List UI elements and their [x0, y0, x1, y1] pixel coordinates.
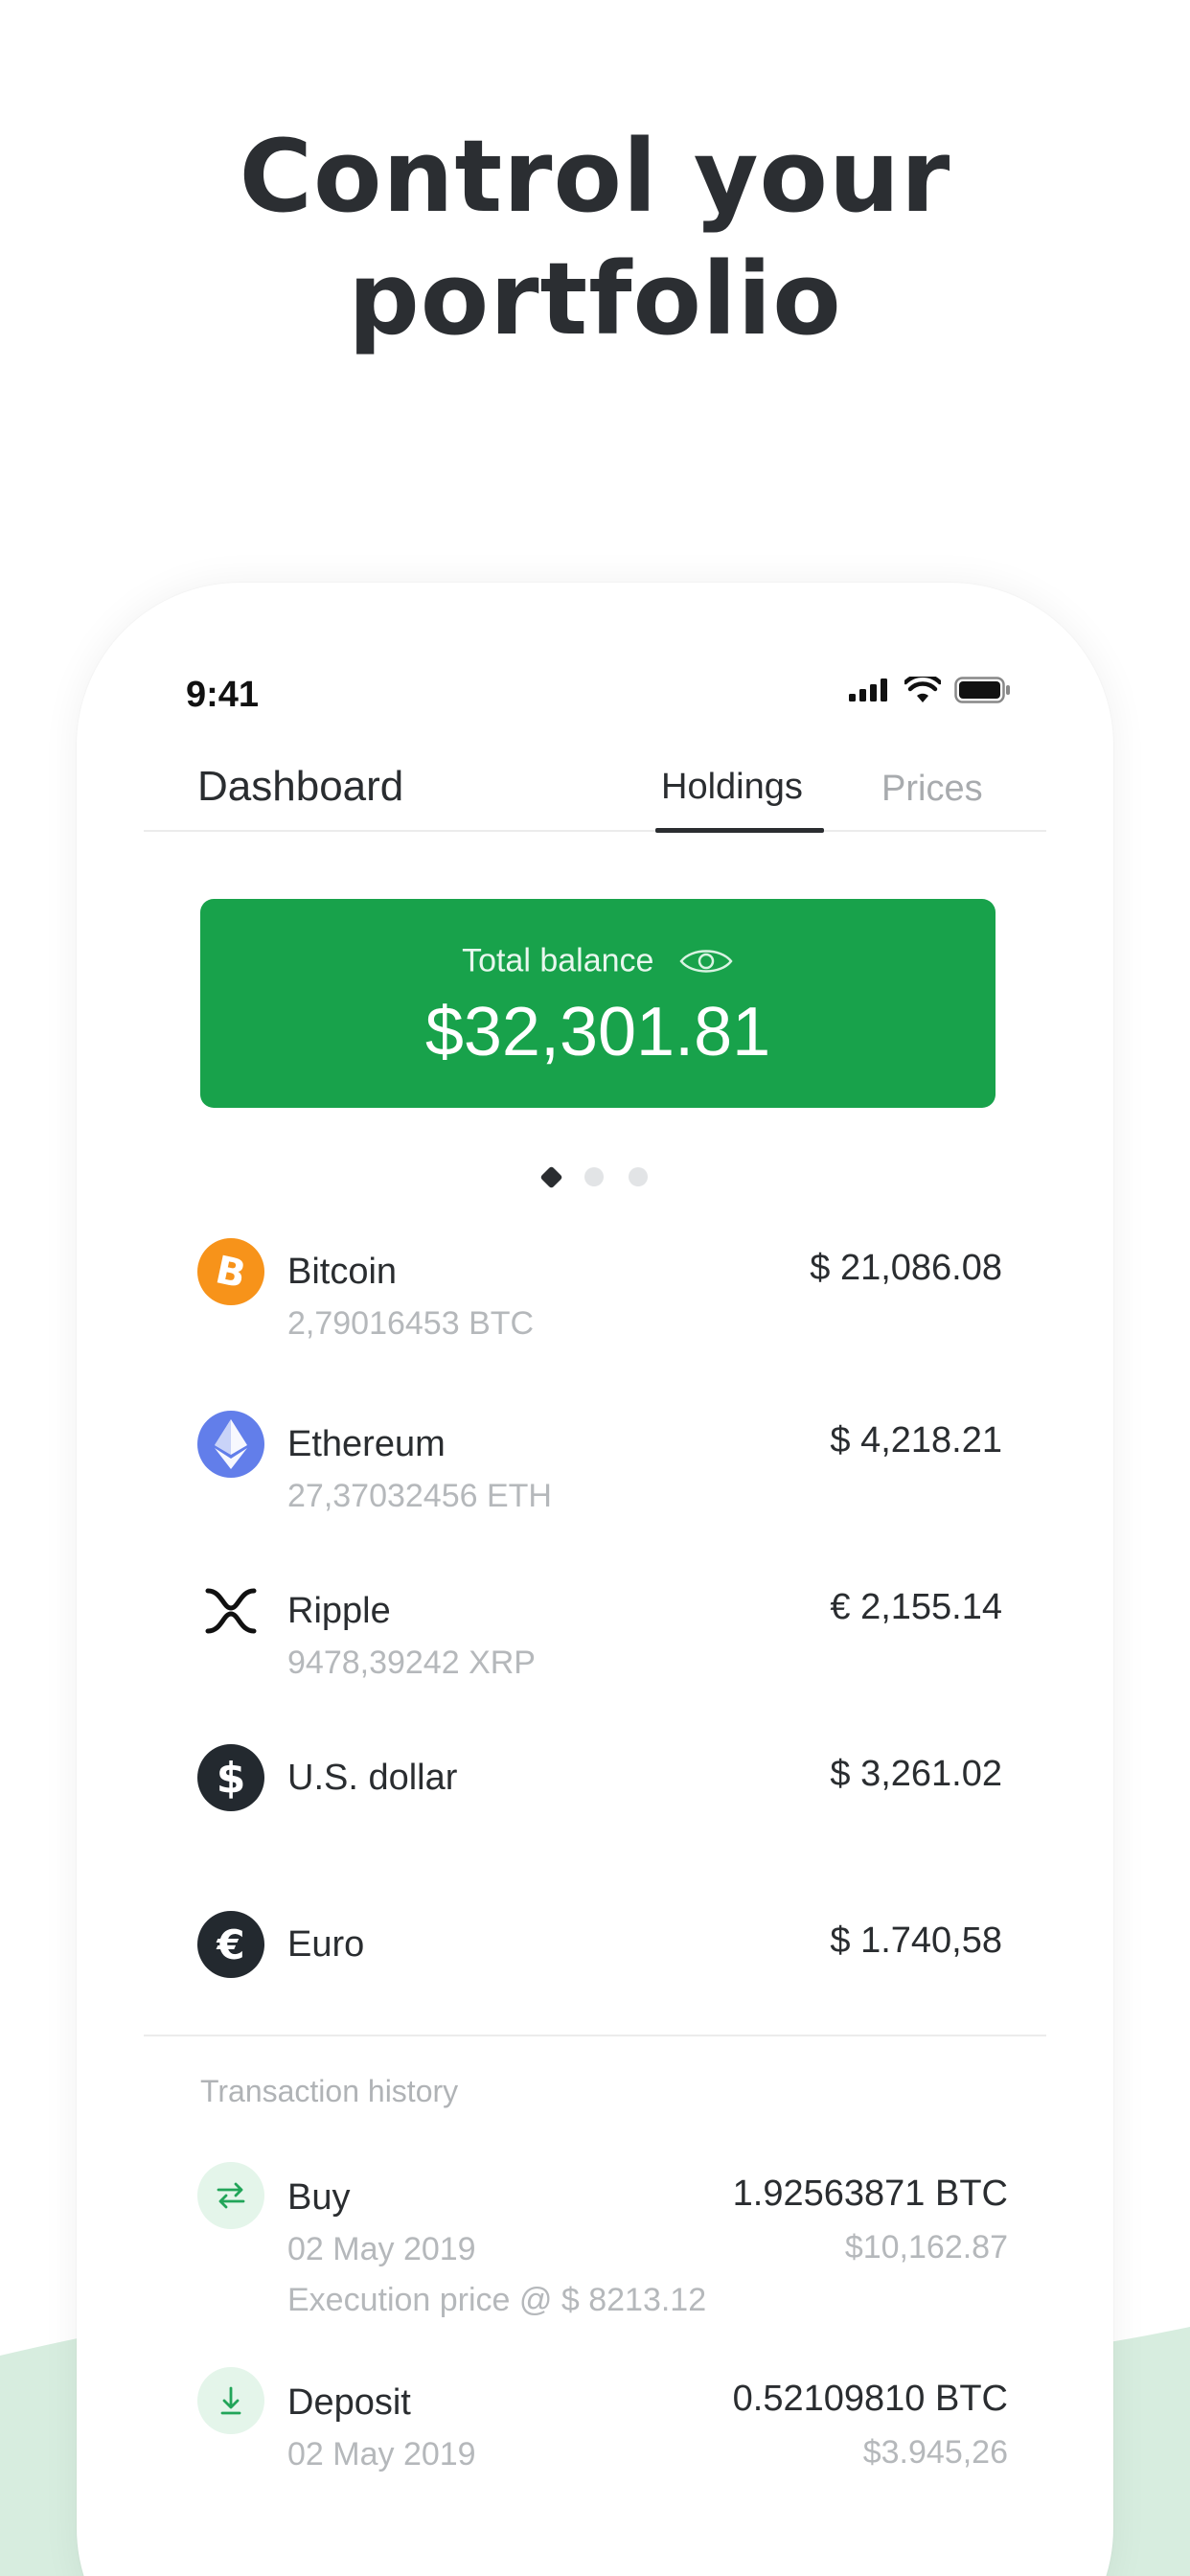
transaction-date: 02 May 2019 [287, 2436, 476, 2472]
ethereum-icon [197, 1411, 264, 1478]
carousel-dots [77, 1165, 1113, 1189]
status-icons [849, 677, 1012, 703]
holding-value: $ 21,086.08 [810, 1248, 1002, 1288]
holding-row-ripple[interactable]: Ripple 9478,39242 XRP € 2,155.14 [197, 1577, 1002, 1731]
transaction-type: Buy [287, 2177, 351, 2218]
holding-value: $ 1.740,58 [830, 1920, 1002, 1961]
transaction-fiat: $10,162.87 [844, 2229, 1008, 2266]
svg-text:$: $ [217, 1754, 246, 1802]
holding-value: € 2,155.14 [830, 1587, 1002, 1627]
holding-name: U.S. dollar [287, 1758, 458, 1798]
svg-text:B: B [212, 1251, 249, 1293]
bitcoin-icon: B [197, 1238, 264, 1305]
battery-icon [954, 677, 1010, 703]
page-title: Dashboard [197, 763, 404, 810]
holding-row-euro[interactable]: € Euro $ 1.740,58 [197, 1911, 1002, 2064]
holding-amount: 2,79016453 BTC [287, 1305, 535, 1342]
tab-prices[interactable]: Prices [881, 769, 983, 810]
holding-row-bitcoin[interactable]: B Bitcoin 2,79016453 BTC $ 21,086.08 [197, 1238, 1002, 1392]
holding-name: Bitcoin [287, 1252, 398, 1292]
euro-icon: € [197, 1911, 264, 1978]
headline-line-2: portfolio [348, 241, 842, 357]
transaction-row-buy[interactable]: Buy 02 May 2019 Execution price @ $ 8213… [197, 2162, 1008, 2325]
holding-name: Ripple [287, 1591, 391, 1631]
transaction-row-deposit[interactable]: Deposit 02 May 2019 0.52109810 BTC $3.94… [197, 2367, 1008, 2492]
holding-row-us-dollar[interactable]: $ U.S. dollar $ 3,261.02 [197, 1744, 1002, 1898]
eye-icon[interactable] [678, 945, 734, 978]
transaction-history-title: Transaction history [200, 2074, 459, 2108]
balance-label: Total balance [462, 942, 654, 979]
dollar-icon: $ [197, 1744, 264, 1811]
status-time: 9:41 [186, 675, 260, 715]
holding-name: Ethereum [287, 1424, 446, 1464]
wifi-icon [904, 677, 941, 702]
carousel-dot[interactable] [584, 1167, 604, 1186]
transaction-fiat: $3.945,26 [862, 2434, 1008, 2471]
signal-icon [849, 678, 887, 702]
svg-text:€: € [216, 1921, 244, 1968]
holding-row-ethereum[interactable]: Ethereum 27,37032456 ETH $ 4,218.21 [197, 1411, 1002, 1564]
tab-bar: Dashboard Holdings Prices [144, 746, 1046, 833]
transaction-note: Execution price @ $ 8213.12 [287, 2282, 707, 2318]
transaction-type: Deposit [287, 2382, 411, 2423]
tab-holdings[interactable]: Holdings [661, 767, 803, 808]
carousel-dot[interactable] [628, 1167, 648, 1186]
exchange-icon [197, 2162, 264, 2229]
transaction-date: 02 May 2019 [287, 2231, 476, 2267]
section-divider [144, 2035, 1046, 2036]
ripple-icon [197, 1577, 264, 1644]
transaction-amount: 0.52109810 BTC [732, 2379, 1008, 2419]
balance-value: $32,301.81 [424, 994, 771, 1070]
holding-name: Euro [287, 1924, 365, 1965]
transaction-amount: 1.92563871 BTC [732, 2174, 1008, 2214]
active-tab-indicator [655, 828, 824, 833]
headline: Control your portfolio [0, 115, 1190, 360]
download-icon [197, 2367, 264, 2434]
balance-label-row: Total balance [200, 941, 995, 980]
holding-value: $ 4,218.21 [830, 1420, 1002, 1460]
holding-value: $ 3,261.02 [830, 1754, 1002, 1794]
holding-amount: 9478,39242 XRP [287, 1644, 536, 1681]
headline-line-1: Control your [239, 118, 951, 235]
phone-frame: 9:41 Dashboard Holdings Prices Total bal… [77, 583, 1113, 2576]
balance-card[interactable]: Total balance $32,301.81 [200, 899, 995, 1108]
holding-amount: 27,37032456 ETH [287, 1478, 552, 1514]
carousel-dot-active[interactable] [538, 1165, 563, 1189]
